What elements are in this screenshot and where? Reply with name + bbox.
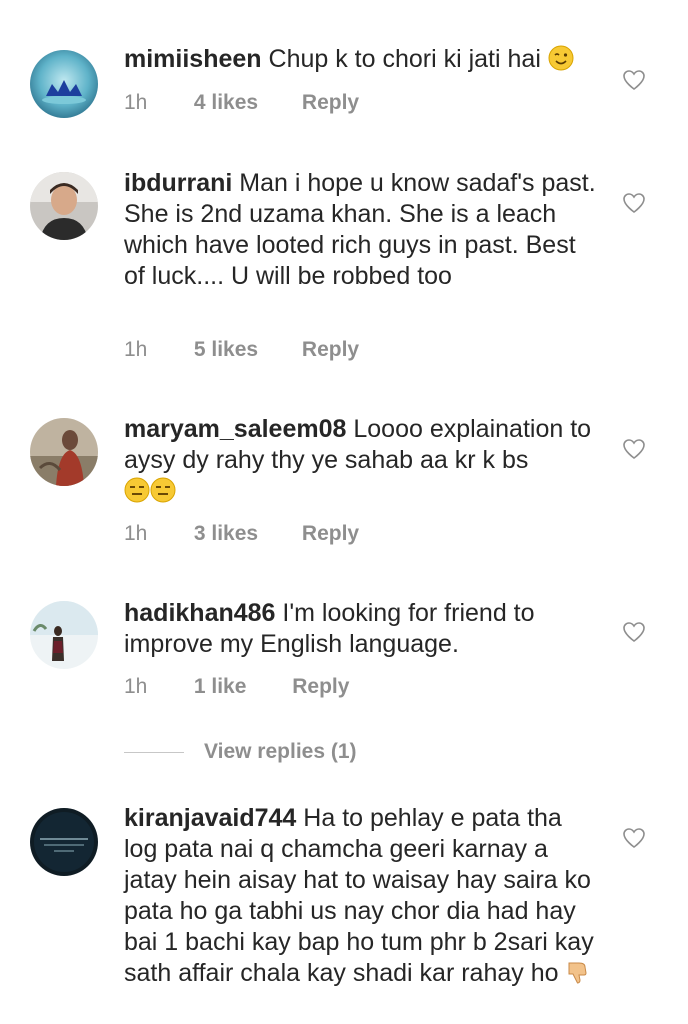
comment-time: 1h xyxy=(124,675,148,698)
comment-body: kiranjavaid744 Ha to pehlay e pata tha l… xyxy=(124,803,600,989)
reply-button[interactable]: Reply xyxy=(292,675,349,699)
heart-outline-icon[interactable] xyxy=(622,620,646,644)
heart-outline-icon[interactable] xyxy=(622,191,646,215)
reply-button[interactable]: Reply xyxy=(302,522,359,546)
comment-meta: 1h 5 likes Reply xyxy=(124,338,359,362)
comment-likes[interactable]: 5 likes xyxy=(194,338,258,362)
comment-username[interactable]: hadikhan486 xyxy=(124,599,275,627)
wink-emoji xyxy=(548,45,574,71)
reply-button[interactable]: Reply xyxy=(302,338,359,362)
reply-button[interactable]: Reply xyxy=(302,91,359,115)
comment-likes[interactable]: 1 like xyxy=(194,675,247,699)
heart-outline-icon[interactable] xyxy=(622,68,646,92)
heart-outline-icon[interactable] xyxy=(622,826,646,850)
heart-outline-icon[interactable] xyxy=(622,437,646,461)
avatar[interactable] xyxy=(30,808,98,876)
divider xyxy=(124,751,184,753)
comment-likes[interactable]: 3 likes xyxy=(194,522,258,546)
comment-text: Chup k to chori ki jati hai xyxy=(268,45,541,73)
comment-body: ibdurrani Man i hope u know sadaf's past… xyxy=(124,168,600,292)
comment-meta: 1h 1 like Reply xyxy=(124,675,349,699)
thumbs-down-emoji xyxy=(568,962,587,984)
comment-username[interactable]: kiranjavaid744 xyxy=(124,804,296,832)
view-replies-label[interactable]: View replies (1) xyxy=(204,740,357,764)
comment-likes[interactable]: 4 likes xyxy=(194,91,258,115)
view-replies-button[interactable]: View replies (1) xyxy=(124,738,357,766)
comment-time: 1h xyxy=(124,91,148,114)
avatar[interactable] xyxy=(30,172,98,240)
comment-time: 1h xyxy=(124,522,148,545)
comment-meta: 1h 3 likes Reply xyxy=(124,522,359,546)
comment-body: hadikhan486 I'm looking for friend to im… xyxy=(124,598,600,660)
comment-username[interactable]: ibdurrani xyxy=(124,169,232,197)
avatar[interactable] xyxy=(30,50,98,118)
expressionless-emoji xyxy=(124,476,176,507)
comment-time: 1h xyxy=(124,338,148,361)
expressionless-emoji xyxy=(150,477,176,503)
comment-username[interactable]: maryam_saleem08 xyxy=(124,415,346,443)
avatar[interactable] xyxy=(30,418,98,486)
expressionless-emoji xyxy=(124,477,150,503)
comment-username[interactable]: mimiisheen xyxy=(124,45,262,73)
comment-meta: 1h 4 likes Reply xyxy=(124,91,359,115)
avatar[interactable] xyxy=(30,601,98,669)
comment-body: mimiisheen Chup k to chori ki jati hai xyxy=(124,44,600,75)
comment-body: maryam_saleem08 Loooo explaination to ay… xyxy=(124,414,600,507)
